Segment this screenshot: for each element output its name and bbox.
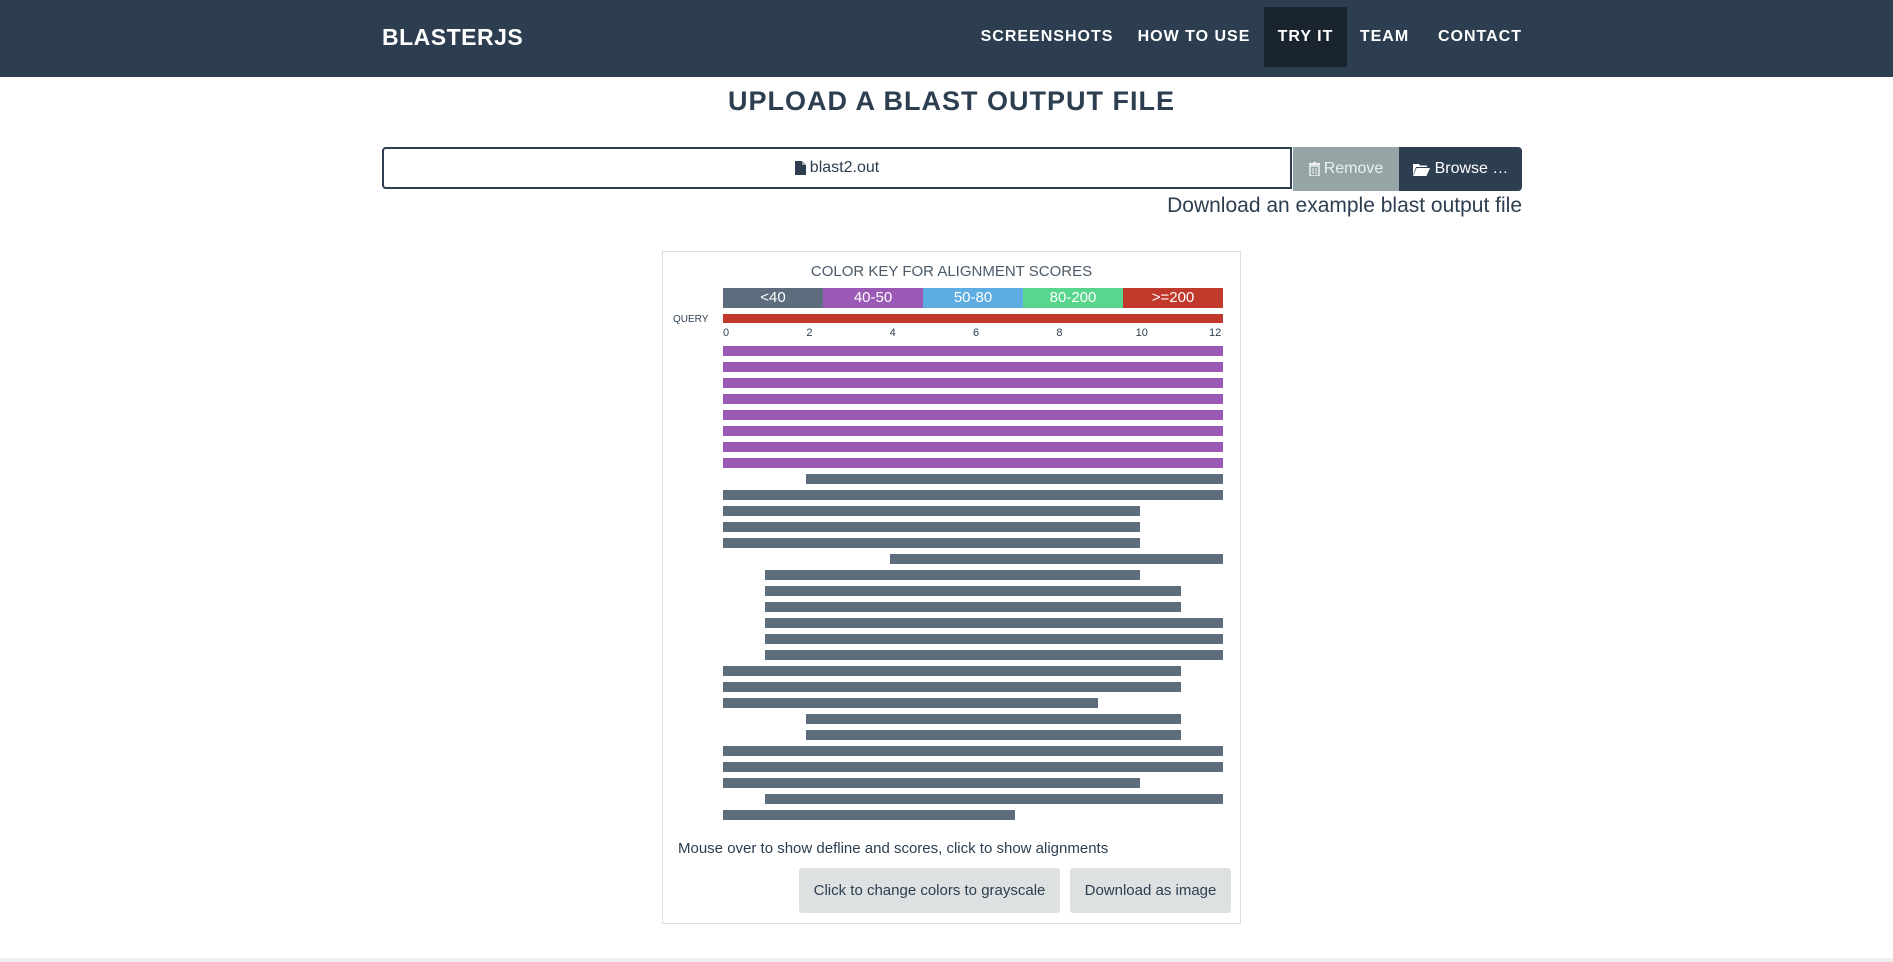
- folder-open-icon: [1412, 163, 1430, 176]
- hit-bar[interactable]: [889, 554, 1223, 564]
- key-cell-40-50: 40-50: [823, 288, 923, 308]
- remove-label: Remove: [1323, 160, 1384, 177]
- brand-logo[interactable]: BLASTERJS: [382, 24, 523, 51]
- tick-label: 8: [1056, 327, 1063, 339]
- tick-label: 12: [1209, 327, 1222, 339]
- trash-icon: [1308, 162, 1320, 176]
- hit-bar[interactable]: [764, 794, 1223, 804]
- tick-label: 0: [723, 327, 730, 339]
- hit-bar[interactable]: [723, 778, 1140, 788]
- hit-bar[interactable]: [723, 506, 1140, 516]
- tick-label: 2: [806, 327, 813, 339]
- navbar: [0, 0, 1893, 77]
- nav-team[interactable]: TEAM: [1352, 7, 1417, 67]
- key-cell-lt40: <40: [723, 288, 823, 308]
- hit-bar[interactable]: [764, 586, 1182, 596]
- file-name-text: blast2.out: [809, 159, 880, 176]
- hit-bar[interactable]: [764, 650, 1223, 660]
- file-icon: [794, 161, 806, 175]
- hit-bar[interactable]: [764, 570, 1140, 580]
- nav-try-it[interactable]: TRY IT: [1264, 7, 1347, 67]
- hit-bar[interactable]: [723, 666, 1182, 676]
- tick-label: 6: [973, 327, 980, 339]
- hit-bar[interactable]: [723, 490, 1223, 500]
- hit-bar[interactable]: [806, 714, 1182, 724]
- tick-label: 10: [1135, 327, 1148, 339]
- hit-bar[interactable]: [723, 362, 1223, 372]
- hit-bar[interactable]: [723, 522, 1140, 532]
- key-cell-gte200: >=200: [1123, 288, 1223, 308]
- hit-bar[interactable]: [764, 634, 1223, 644]
- hit-bar[interactable]: [723, 442, 1223, 452]
- footer-divider: [0, 958, 1893, 962]
- hit-bar[interactable]: [723, 810, 1015, 820]
- hit-bar[interactable]: [723, 682, 1182, 692]
- hit-bar[interactable]: [723, 746, 1223, 756]
- browse-button[interactable]: Browse …: [1399, 147, 1522, 191]
- hit-bar[interactable]: [723, 346, 1223, 356]
- hit-bar[interactable]: [764, 618, 1223, 628]
- nav-contact[interactable]: CONTACT: [1430, 7, 1530, 67]
- browse-label: Browse …: [1434, 160, 1509, 177]
- hit-bar[interactable]: [723, 698, 1098, 708]
- key-cell-50-80: 50-80: [923, 288, 1023, 308]
- query-bar: [723, 314, 1223, 323]
- hit-bar[interactable]: [723, 426, 1223, 436]
- hit-bar[interactable]: [723, 762, 1223, 772]
- hit-bar[interactable]: [806, 730, 1182, 740]
- hit-bar[interactable]: [723, 378, 1223, 388]
- nav-how-to-use[interactable]: HOW TO USE: [1127, 7, 1261, 67]
- remove-button[interactable]: Remove: [1293, 147, 1399, 191]
- file-name-field[interactable]: blast2.out: [382, 147, 1292, 189]
- color-key-title: COLOR KEY FOR ALIGNMENT SCORES: [810, 263, 1093, 280]
- key-cell-80-200: 80-200: [1023, 288, 1123, 308]
- tick-label: 4: [889, 327, 896, 339]
- hit-bar[interactable]: [723, 410, 1223, 420]
- example-file-link[interactable]: Download an example blast output file: [1167, 194, 1522, 218]
- hit-bar[interactable]: [723, 394, 1223, 404]
- query-label: QUERY: [673, 314, 709, 325]
- hit-bar[interactable]: [723, 458, 1223, 468]
- nav-screenshots[interactable]: SCREENSHOTS: [973, 7, 1121, 67]
- hint-text: Mouse over to show defline and scores, c…: [678, 840, 1109, 857]
- grayscale-button[interactable]: Click to change colors to grayscale: [799, 868, 1060, 913]
- download-image-button[interactable]: Download as image: [1070, 868, 1231, 913]
- hit-bar[interactable]: [806, 474, 1223, 484]
- page-title: UPLOAD A BLAST OUTPUT FILE: [728, 86, 1175, 116]
- hit-bar[interactable]: [723, 538, 1140, 548]
- hit-bar[interactable]: [764, 602, 1182, 612]
